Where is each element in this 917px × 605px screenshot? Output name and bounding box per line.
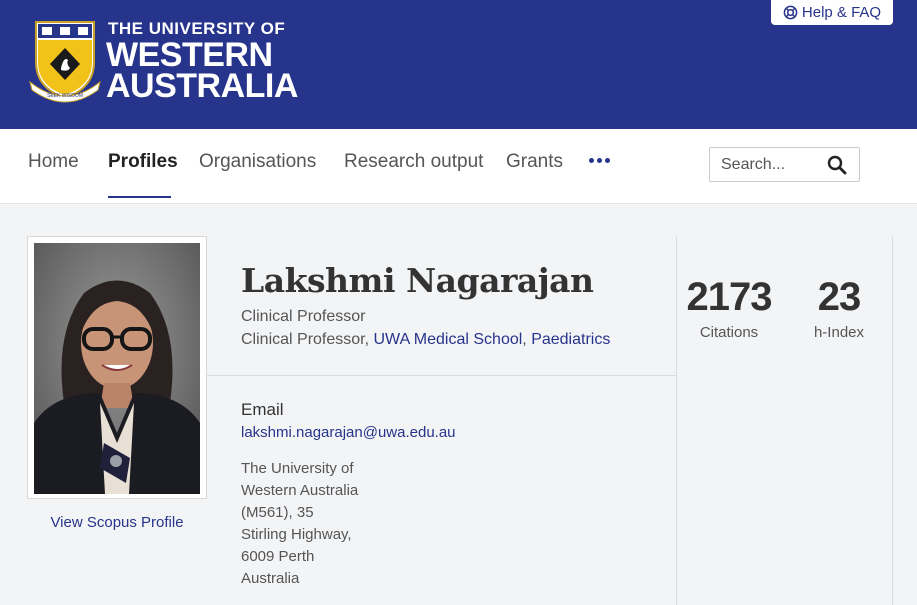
help-faq-button[interactable]: Help & FAQ	[771, 0, 893, 25]
citations-label: Citations	[699, 324, 759, 341]
nav-item-home[interactable]: Home	[28, 151, 79, 173]
nav-item-grants[interactable]: Grants	[506, 151, 563, 173]
position-separator: ,	[522, 331, 532, 348]
active-tab-indicator	[108, 196, 171, 198]
uwa-logo[interactable]: SEEK WISDOM THE UNIVERSITY OF WESTERN AU…	[28, 16, 298, 106]
address-line: (M561), 35	[241, 504, 314, 521]
postal-address: The University of Western Australia (M56…	[241, 458, 358, 590]
section-divider	[207, 375, 677, 376]
profile-photo-frame	[27, 236, 207, 499]
help-faq-label: Help & FAQ	[801, 3, 882, 21]
citations-value: 2173	[686, 275, 773, 319]
nav-item-research-output[interactable]: Research output	[344, 151, 483, 173]
email-label: Email	[241, 400, 284, 419]
view-scopus-profile-link[interactable]: View Scopus Profile	[27, 514, 207, 531]
address-line: Stirling Highway,	[241, 526, 352, 543]
position-title-1: Clinical Professor	[241, 308, 366, 325]
h-index-label: h-Index	[813, 324, 865, 341]
lifebuoy-icon	[783, 5, 798, 19]
search-input[interactable]	[710, 148, 820, 181]
org-link-uwa-medical-school[interactable]: UWA Medical School	[374, 331, 523, 348]
svg-text:SEEK WISDOM: SEEK WISDOM	[47, 93, 83, 99]
citations-metric[interactable]: 2173 Citations	[684, 274, 774, 341]
metrics-divider-right	[892, 236, 893, 605]
site-header: SEEK WISDOM THE UNIVERSITY OF WESTERN AU…	[0, 0, 917, 129]
logo-line-3: AUSTRALIA	[106, 67, 298, 105]
org-link-paediatrics[interactable]: Paediatrics	[531, 331, 610, 348]
address-line: 6009 Perth	[241, 548, 315, 565]
address-line: Western Australia	[241, 482, 359, 499]
search-icon[interactable]	[826, 154, 848, 176]
profile-photo	[34, 243, 200, 494]
nav-item-organisations[interactable]: Organisations	[199, 151, 316, 173]
metrics-divider-left	[676, 236, 677, 605]
main-nav: Home Profiles Organisations Research out…	[0, 129, 917, 204]
email-link[interactable]: lakshmi.nagarajan@uwa.edu.au	[241, 424, 456, 441]
search-box	[709, 147, 860, 182]
h-index-metric[interactable]: 23 h-Index	[801, 274, 877, 341]
address-line: Australia	[241, 570, 300, 587]
profile-name: Lakshmi Nagarajan	[241, 261, 594, 300]
h-index-value: 23	[817, 275, 862, 319]
nav-item-profiles[interactable]: Profiles	[108, 151, 178, 173]
position-title-2: Clinical Professor, UWA Medical School, …	[241, 331, 610, 349]
more-horizontal-icon[interactable]	[589, 158, 610, 163]
position-title-2-prefix: Clinical Professor,	[241, 331, 374, 348]
university-crest-icon: SEEK WISDOM	[29, 21, 101, 103]
address-line: The University of	[241, 460, 354, 477]
